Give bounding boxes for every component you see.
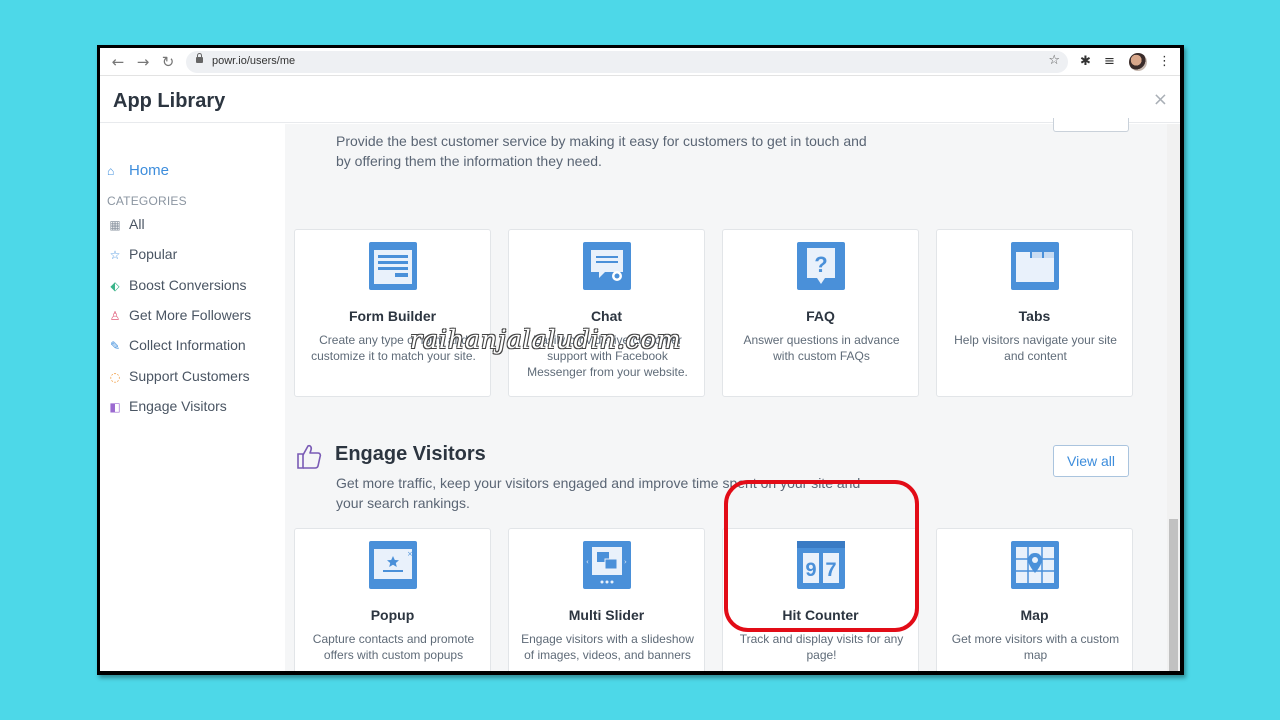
card-title: Map [1020,607,1049,623]
card-description: Help visitors navigate your site and con… [954,333,1117,363]
chat-bubble-icon: ◌ [109,370,121,384]
extensions-icon[interactable]: ✱ [1080,53,1091,71]
bookmark-star-icon[interactable]: ☆ [1048,53,1060,68]
forward-icon[interactable]: → [133,52,153,72]
card-title: Tabs [1018,308,1051,324]
support-section-description: Provide the best customer service by mak… [336,131,867,171]
view-all-button-partial[interactable] [1053,118,1129,132]
sidebar-item-support-customers[interactable]: ◌ Support Customers [107,368,250,384]
browser-toolbar: ← → ↻ powr.io/users/me ☆ ✱ ≡ ⋮ [100,48,1180,76]
home-icon: ⌂ [107,164,115,178]
popup-icon: × [369,541,417,589]
sidebar-item-engage-visitors[interactable]: ◧ Engage Visitors [107,398,227,414]
sidebar-item-label: Popular [129,246,178,262]
card-description: Track and display visits for any page! [739,632,904,662]
form-icon [369,242,417,290]
menu-kebab-icon[interactable]: ⋮ [1158,53,1171,71]
svg-text:×: × [407,550,413,558]
scrollbar-thumb[interactable] [1169,519,1178,671]
description-line: by offering them the information they ne… [336,153,602,169]
star-icon: ☆ [109,248,121,262]
profile-avatar[interactable] [1129,53,1147,71]
watermark: raihanjalaludin.com [410,325,682,354]
lock-icon [196,53,203,63]
slider-icon: ‹ › [583,541,631,589]
screenshot-frame: ← → ↻ powr.io/users/me ☆ ✱ ≡ ⋮ App Libra… [97,45,1184,675]
url-text: powr.io/users/me [212,55,296,67]
app-card-chat[interactable]: Chat Easily provide live customer suppor… [508,229,705,397]
view-all-button[interactable]: View all [1053,445,1129,477]
reload-icon[interactable]: ↻ [158,52,178,72]
card-title: Form Builder [348,308,437,324]
browser-window: ← → ↻ powr.io/users/me ☆ ✱ ≡ ⋮ App Libra… [100,48,1180,671]
close-icon[interactable]: × [1153,89,1168,110]
sidebar-item-label: Get More Followers [129,307,252,323]
app-card-faq[interactable]: ? FAQ Answer questions in advance with c… [722,229,919,397]
sidebar-item-label: Collect Information [129,337,246,353]
sidebar-home-label: Home [129,162,170,179]
folder-tabs-icon [1011,242,1059,290]
media-queue-icon[interactable]: ≡ [1104,53,1115,71]
address-bar[interactable]: powr.io/users/me ☆ [186,51,1068,73]
sidebar-item-collect-information[interactable]: ✎ Collect Information [107,337,246,353]
chat-icon [583,242,631,290]
card-title: Multi Slider [568,607,645,623]
back-icon[interactable]: ← [108,52,128,72]
svg-text:?: ? [814,252,827,277]
app-card-form-builder[interactable]: Form Builder Create any type of form and… [294,229,491,397]
tag-icon: ⬖ [110,279,120,293]
card-title: Chat [590,308,623,324]
grid-icon: ▦ [109,218,121,232]
person-icon: ♙ [109,309,121,323]
card-description: Get more visitors with a custom map [951,632,1120,662]
card-title: FAQ [806,308,835,324]
sidebar-item-label: All [129,216,145,232]
description-line: Provide the best customer service by mak… [336,133,867,149]
map-pin-icon [1011,541,1059,589]
sidebar-item-boost-conversions[interactable]: ⬖ Boost Conversions [107,277,247,293]
page-title: App Library [113,90,226,112]
app-card-multi-slider[interactable]: ‹ › Multi Slider Engage visitors with a … [508,528,705,671]
app-card-map[interactable]: Map Get more visitors with a custom map [936,528,1133,671]
card-title: Popup [370,607,415,623]
section-title: Engage Visitors [335,443,486,465]
edit-icon: ✎ [109,339,121,353]
thumbs-up-icon: ◧ [109,400,121,414]
highlight-annotation [724,480,919,632]
thumbs-up-icon [297,444,322,469]
sidebar-item-popular[interactable]: ☆ Popular [107,246,178,262]
sidebar-item-get-more-followers[interactable]: ♙ Get More Followers [107,307,252,323]
scrollbar[interactable] [1167,124,1180,671]
question-icon: ? [797,242,845,290]
categories-heading: CATEGORIES [107,194,187,208]
sidebar-item-label: Engage Visitors [129,398,227,414]
card-description: Answer questions in advance with custom … [743,333,900,363]
app-card-tabs[interactable]: Tabs Help visitors navigate your site an… [936,229,1133,397]
sidebar-item-home[interactable]: ⌂ Home [107,162,169,179]
sidebar-item-label: Boost Conversions [129,277,247,293]
sidebar: ⌂ Home CATEGORIES ▦ All ☆ Popular ⬖ Boost Co… [100,124,285,671]
svg-text:›: › [624,558,627,566]
sidebar-item-all[interactable]: ▦ All [107,216,145,232]
card-description: Engage visitors with a slideshow of imag… [521,632,694,662]
sidebar-item-label: Support Customers [129,368,250,384]
app-card-popup[interactable]: × Popup Capture contacts and promote off… [294,528,491,671]
svg-text:‹: ‹ [586,558,589,566]
card-description: Capture contacts and promote offers with… [312,632,475,662]
app-header: App Library × [100,77,1180,123]
